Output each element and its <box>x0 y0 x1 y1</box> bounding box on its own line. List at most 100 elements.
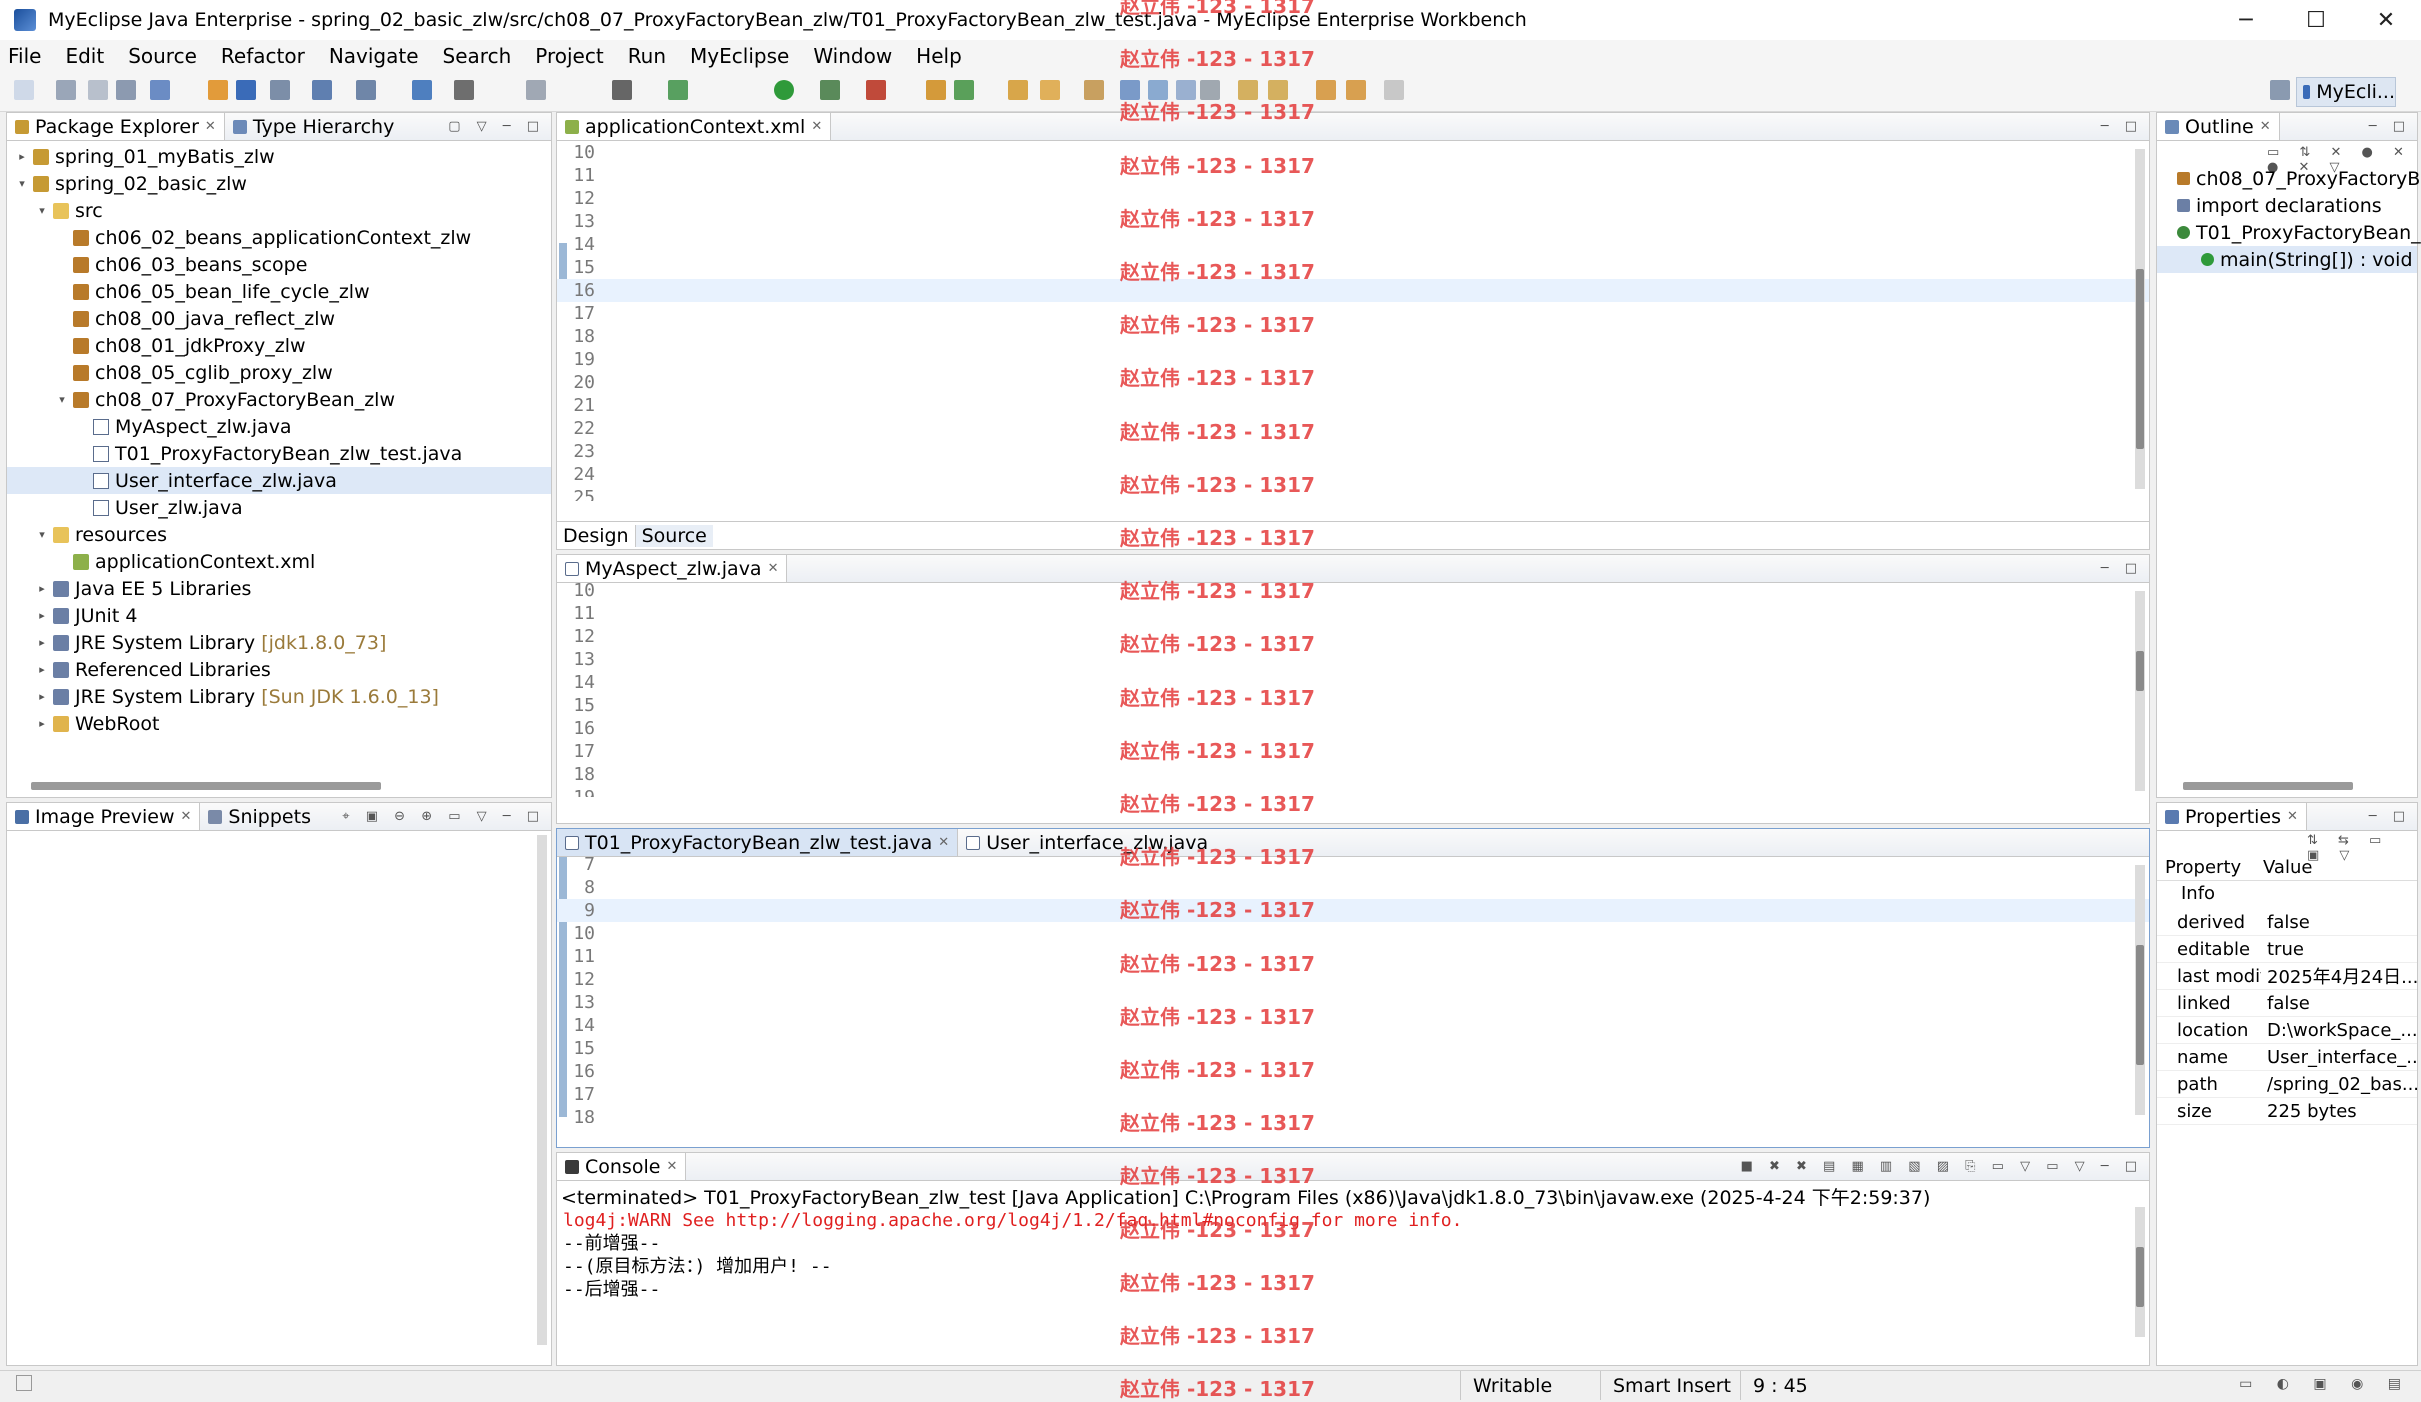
tab-console[interactable]: Console ✕ <box>557 1153 687 1180</box>
open-folder-icon[interactable] <box>1008 80 1028 100</box>
code-line[interactable]: 21 <box>557 394 2149 417</box>
console-output[interactable]: log4j:WARN See http://logging.apache.org… <box>557 1209 2149 1329</box>
horizontal-scrollbar[interactable] <box>569 501 2137 513</box>
vertical-scrollbar[interactable] <box>537 835 547 1345</box>
code-line[interactable]: 10 <box>557 141 2149 164</box>
forward-icon[interactable] <box>1346 80 1366 100</box>
close-icon[interactable]: ✕ <box>205 119 216 134</box>
close-icon[interactable]: ✕ <box>2260 119 2271 134</box>
horizontal-scrollbar[interactable] <box>2169 779 2405 791</box>
code-line[interactable]: 11 <box>557 945 2149 968</box>
code-line[interactable]: 13 <box>557 991 2149 1014</box>
view-minmax-icon[interactable]: ─ □ <box>2101 119 2143 134</box>
menu-source[interactable]: Source <box>128 44 197 68</box>
close-icon[interactable]: ✕ <box>666 1159 677 1174</box>
tab-snippets[interactable]: Snippets <box>200 803 319 830</box>
open-type-icon[interactable] <box>150 80 170 100</box>
twisty-icon[interactable]: ▸ <box>35 582 49 595</box>
new-project-icon[interactable] <box>208 80 228 100</box>
console-line[interactable]: --(原目标方法：) 增加用户! -- <box>557 1255 2149 1278</box>
code-line[interactable]: 11 <box>557 602 2149 625</box>
code-line[interactable]: 20 <box>557 371 2149 394</box>
show-whitespace-icon[interactable] <box>1200 80 1220 100</box>
property-row[interactable]: location D:\workSpace_... <box>2157 1017 2417 1044</box>
next-annotation-icon[interactable] <box>1238 80 1258 100</box>
code-line[interactable]: 15 <box>557 1037 2149 1060</box>
tab-design[interactable]: Design <box>557 524 636 547</box>
close-icon[interactable]: ✕ <box>768 561 779 576</box>
code-line[interactable]: 10 <box>557 579 2149 602</box>
tree-item[interactable]: ▸ JUnit 4 <box>7 602 551 629</box>
code-line[interactable]: 18 <box>557 763 2149 786</box>
code-line[interactable]: 25 <box>557 486 2149 501</box>
code-line[interactable]: 15 <box>557 694 2149 717</box>
code-line[interactable]: 18 <box>557 1106 2149 1123</box>
close-icon[interactable]: ✕ <box>181 809 192 824</box>
tab-source[interactable]: Source <box>635 524 713 547</box>
toggle-mark-icon[interactable] <box>1148 80 1168 100</box>
minimize-button[interactable]: ─ <box>2211 0 2281 40</box>
code-line[interactable]: 12 <box>557 187 2149 210</box>
tree-item[interactable]: ▾ spring_02_basic_zlw <box>7 170 551 197</box>
terminal-icon[interactable] <box>454 80 474 100</box>
tree-item[interactable]: ▸ WebRoot <box>7 710 551 737</box>
open-perspective-button[interactable] <box>2270 80 2290 100</box>
menu-help[interactable]: Help <box>916 44 962 68</box>
outline-item[interactable]: import declarations <box>2157 192 2417 219</box>
view-minmax-icon[interactable]: ─ □ <box>2369 809 2411 824</box>
code-line[interactable]: 16 <box>557 1060 2149 1083</box>
menu-search[interactable]: Search <box>443 44 512 68</box>
tree-item[interactable]: ▸ Java EE 5 Libraries <box>7 575 551 602</box>
server-icon[interactable] <box>270 80 290 100</box>
menu-window[interactable]: Window <box>813 44 892 68</box>
code-line[interactable]: 12 <box>557 968 2149 991</box>
twisty-icon[interactable]: ▸ <box>35 663 49 676</box>
property-row[interactable]: derived false <box>2157 909 2417 936</box>
debug-icon[interactable] <box>668 80 688 100</box>
open-perspective-icon[interactable] <box>526 80 546 100</box>
code-line[interactable]: 17 <box>557 302 2149 325</box>
perspective-switcher[interactable]: MyEcli... <box>2296 77 2396 107</box>
tree-item[interactable]: T01_ProxyFactoryBean_zlw_test.java <box>7 440 551 467</box>
horizontal-scrollbar[interactable] <box>19 779 539 791</box>
code-line[interactable]: 14 <box>557 233 2149 256</box>
view-minmax-icon[interactable]: ─ □ <box>2101 561 2143 576</box>
code-line[interactable]: 16 <box>557 279 2149 302</box>
console-toolbar-icons[interactable]: ■ ✖ ✖ ▤ ▦ ▥ ▧ ▨ ⎘ ▭ ▽ ▭ ▽ ─ □ <box>1741 1159 2143 1174</box>
tree-item[interactable]: MyAspect_zlw.java <box>7 413 551 440</box>
tree-item[interactable]: ▾ src <box>7 197 551 224</box>
tree-item[interactable]: ▾ resources <box>7 521 551 548</box>
code-line[interactable]: 18 <box>557 325 2149 348</box>
last-edit-icon[interactable] <box>1384 80 1404 100</box>
fast-view-icon[interactable] <box>16 1375 32 1391</box>
save-all-icon[interactable] <box>88 80 108 100</box>
code-line[interactable]: 10 <box>557 922 2149 945</box>
twisty-icon[interactable]: ▸ <box>35 609 49 622</box>
property-row[interactable]: editable true <box>2157 936 2417 963</box>
code-line[interactable]: 8 <box>557 876 2149 899</box>
tree-item[interactable]: ch06_05_bean_life_cycle_zlw <box>7 278 551 305</box>
search-icon[interactable] <box>1084 80 1104 100</box>
code-line[interactable]: 23 <box>557 440 2149 463</box>
new-icon[interactable] <box>14 80 34 100</box>
tab-applicationcontext-xml[interactable]: applicationContext.xml ✕ <box>557 113 832 140</box>
maximize-button[interactable]: ☐ <box>2281 0 2351 40</box>
code-line[interactable]: 17 <box>557 740 2149 763</box>
code-line[interactable]: 24 <box>557 463 2149 486</box>
vertical-scrollbar[interactable] <box>2135 1207 2145 1337</box>
myaspect-code-area[interactable]: 10111213141516171819 <box>557 579 2149 797</box>
menu-edit[interactable]: Edit <box>65 44 104 68</box>
twisty-icon[interactable]: ▾ <box>15 177 29 190</box>
annotation-icon[interactable] <box>1120 80 1140 100</box>
horizontal-scrollbar[interactable] <box>19 1347 539 1359</box>
property-row[interactable]: path/spring_02_bas... <box>2157 1071 2417 1098</box>
tree-item[interactable]: ch08_00_java_reflect_zlw <box>7 305 551 332</box>
vertical-scrollbar[interactable] <box>2135 865 2145 1115</box>
outline-item[interactable]: main(String[]) : void <box>2157 246 2417 273</box>
horizontal-scrollbar[interactable] <box>569 801 2137 813</box>
code-line[interactable]: 13 <box>557 210 2149 233</box>
tab-outline[interactable]: Outline ✕ <box>2157 113 2280 140</box>
edit-icon[interactable] <box>1040 80 1060 100</box>
outline-item[interactable]: ch08_07_ProxyFactoryB <box>2157 165 2420 192</box>
run-icon[interactable] <box>774 80 794 100</box>
